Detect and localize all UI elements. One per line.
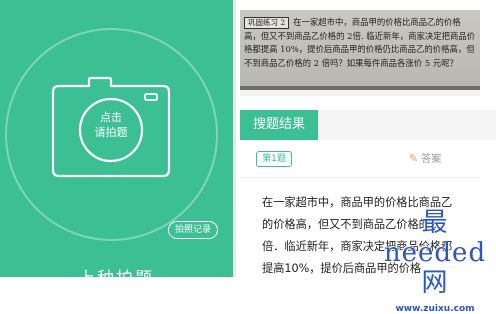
photo-history-button[interactable]: 拍照记录 (168, 221, 218, 239)
take-photo-button[interactable]: 点击 请拍题 (49, 72, 173, 178)
camera-panel: 点击 请拍题 拍照记录 上种拍题 (0, 0, 233, 277)
camera-label-line1: 点击 (100, 111, 122, 124)
camera-label-line2: 请拍题 (94, 126, 128, 139)
question-text: 在一家超市中，商品甲的价格比商品乙的价格高，但又不到商品乙价格的2倍．临近新年，… (262, 196, 453, 275)
question-photo[interactable]: 巩固练习 2 在一家超市中，商品甲的价格比商品乙的价格高，但又不到商品乙价格的 2… (240, 10, 480, 90)
bottom-title: 上种拍题 (78, 264, 154, 277)
watermark-url: www.zuixu.com (395, 304, 475, 314)
photo-exercise-tag: 巩固练习 2 (244, 17, 290, 29)
answer-button[interactable]: ✎ 答案 (409, 151, 441, 168)
answer-label: 答案 (421, 154, 442, 165)
photo-spacer (240, 90, 480, 96)
search-result-header: 搜题结果 (240, 110, 318, 140)
photo-text: 巩固练习 2 在一家超市中，商品甲的价格比商品乙的价格高，但又不到商品乙价格的 2… (244, 16, 476, 70)
result-panel: 巩固练习 2 在一家超市中，商品甲的价格比商品乙的价格高，但又不到商品乙价格的 2… (236, 0, 496, 277)
question-divider (240, 177, 480, 178)
search-result-band (318, 110, 496, 140)
question-number-tag[interactable]: 第1题 (256, 151, 292, 167)
edit-icon: ✎ (409, 152, 419, 165)
camera-button-label: 点击 请拍题 (49, 110, 173, 140)
